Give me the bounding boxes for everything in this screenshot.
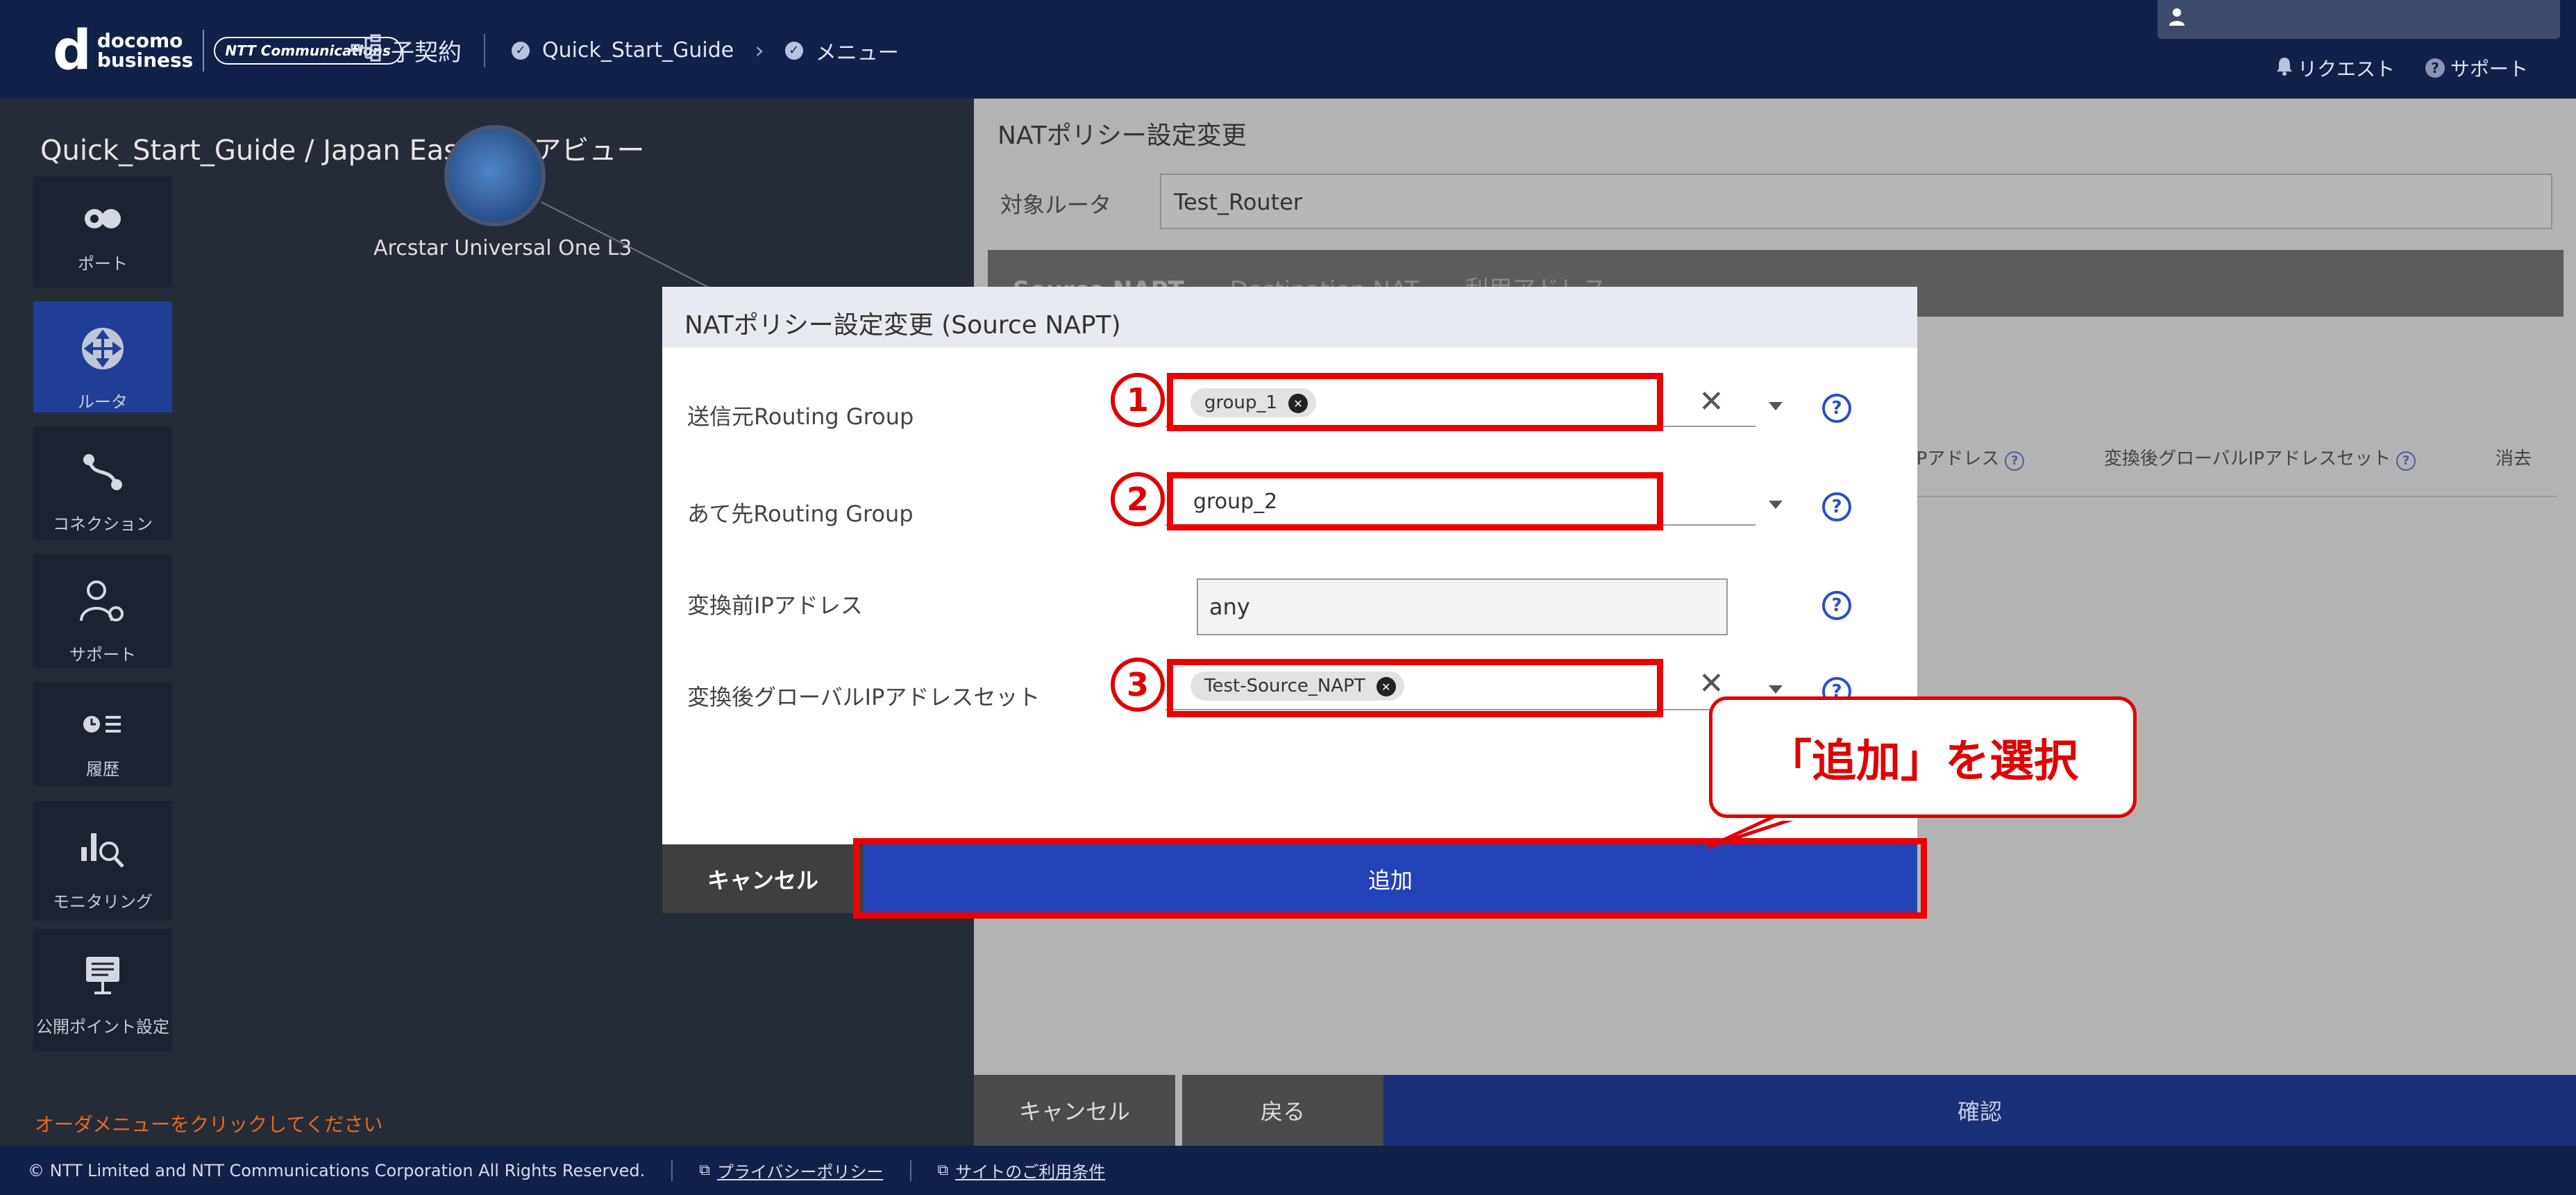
target-router-field: Test_Router bbox=[1160, 174, 2552, 229]
destination-routing-group-label: あて先Routing Group bbox=[687, 501, 914, 527]
docomo-business-logo[interactable]: d docomo business NTT Communications bbox=[53, 19, 402, 82]
breadcrumb: 子契約 ✓ Quick_Start_Guide › ✓ メニュー bbox=[351, 33, 899, 67]
step-number-2: 2 bbox=[1111, 472, 1165, 526]
sidebar-item-label: ポート bbox=[78, 254, 128, 274]
history-icon bbox=[33, 707, 172, 746]
area-view-title: Quick_Start_Guide / Japan East エリアビュー bbox=[40, 135, 645, 167]
logo-d-mark: d bbox=[53, 19, 92, 82]
order-menu-hint: オーダメニューをクリックしてください bbox=[35, 1113, 383, 1136]
column-label: 変換後グローバルIPアドレスセット bbox=[2104, 449, 2391, 469]
contract-tree-icon bbox=[351, 34, 382, 67]
panel-confirm-button[interactable]: 確認 bbox=[1383, 1075, 2576, 1146]
page-footer: © NTT Limited and NTT Communications Cor… bbox=[0, 1146, 2576, 1195]
panel-cancel-button[interactable]: キャンセル bbox=[974, 1075, 1175, 1146]
column-ip-address: IPアドレス? bbox=[1911, 444, 2025, 471]
logo-line1: docomo bbox=[96, 29, 183, 52]
sidebar-item-connection[interactable]: コネクション bbox=[33, 426, 172, 540]
help-icon: ? bbox=[2425, 58, 2445, 78]
highlight-box-global-ip-set bbox=[1167, 659, 1663, 717]
crumb-menu[interactable]: メニュー bbox=[816, 35, 899, 66]
external-link-icon: ⧉ bbox=[937, 1162, 949, 1179]
modal-header: NATポリシー設定変更 (Source NAPT) bbox=[662, 287, 1917, 348]
sidebar-item-support[interactable]: サポート bbox=[33, 554, 172, 668]
help-icon[interactable]: ? bbox=[2005, 451, 2025, 471]
copyright: © NTT Limited and NTT Communications Cor… bbox=[28, 1160, 646, 1180]
terms-link[interactable]: サイトのご利用条件 bbox=[955, 1158, 1105, 1183]
header-links: リクエスト ? サポート bbox=[2275, 54, 2528, 82]
monitoring-icon bbox=[33, 826, 172, 878]
check-icon: ✓ bbox=[784, 41, 803, 60]
help-icon[interactable]: ? bbox=[1822, 394, 1851, 423]
sidebar-item-label: コネクション bbox=[53, 515, 153, 534]
chevron-down-icon[interactable] bbox=[1769, 501, 1783, 509]
target-router-label: 対象ルータ bbox=[1000, 192, 1112, 218]
support-link[interactable]: サポート bbox=[2450, 54, 2528, 82]
sidebar-item-label: モニタリング bbox=[53, 892, 153, 912]
column-delete: 消去 bbox=[2495, 449, 2532, 469]
step-number-3: 3 bbox=[1111, 658, 1165, 712]
external-link-icon: ⧉ bbox=[699, 1162, 710, 1179]
crumb-guide[interactable]: Quick_Start_Guide bbox=[542, 38, 734, 62]
connection-icon bbox=[33, 451, 172, 501]
post-translation-ip-set-label: 変換後グローバルIPアドレスセット bbox=[687, 684, 1041, 710]
request-link[interactable]: リクエスト bbox=[2298, 54, 2395, 82]
sidebar-item-port[interactable]: ポート bbox=[33, 176, 172, 287]
highlight-box-source-group bbox=[1167, 373, 1663, 431]
clear-icon[interactable]: ✕ bbox=[1699, 666, 1724, 701]
sidebar-item-monitoring[interactable]: モニタリング bbox=[33, 801, 172, 921]
step-number-1: 1 bbox=[1111, 373, 1165, 427]
node-label: Arcstar Universal One L3 bbox=[373, 236, 632, 260]
modal-cancel-button[interactable]: キャンセル bbox=[662, 844, 864, 913]
highlight-box-destination-group bbox=[1167, 472, 1663, 530]
clear-icon[interactable]: ✕ bbox=[1699, 384, 1724, 419]
privacy-policy-link[interactable]: プライバシーポリシー bbox=[717, 1158, 884, 1183]
help-icon[interactable]: ? bbox=[2396, 451, 2416, 471]
chevron-down-icon[interactable] bbox=[1769, 685, 1783, 694]
pre-translation-ip-field: any bbox=[1197, 578, 1728, 635]
source-routing-group-label: 送信元Routing Group bbox=[687, 403, 914, 430]
sidebar-item-router[interactable]: ルータ bbox=[33, 301, 172, 412]
port-icon bbox=[33, 201, 172, 240]
callout-pointer bbox=[1706, 813, 1805, 849]
user-icon bbox=[2169, 7, 2185, 31]
sidebar-item-history[interactable]: 履歴 bbox=[33, 682, 172, 786]
modal-title: NATポリシー設定変更 (Source NAPT) bbox=[684, 311, 1121, 340]
top-header: d docomo business NTT Communications 子契約… bbox=[0, 0, 2576, 99]
public-point-icon bbox=[33, 954, 172, 1003]
support-icon bbox=[33, 579, 172, 631]
logo-line2: business bbox=[96, 49, 194, 72]
select-add-callout: 「追加」を選択 bbox=[1709, 696, 2137, 818]
column-label: IPアドレス bbox=[1911, 449, 2000, 469]
sidebar-item-label: ルータ bbox=[78, 392, 128, 412]
sidebar-item-label: 公開ポイント設定 bbox=[36, 1017, 169, 1037]
column-global-ip-set: 変換後グローバルIPアドレスセット? bbox=[2104, 444, 2416, 471]
pre-translation-ip-label: 変換前IPアドレス bbox=[687, 592, 863, 619]
globe-icon[interactable] bbox=[444, 125, 546, 226]
crumb-contract[interactable]: 子契約 bbox=[391, 33, 462, 67]
panel-back-button[interactable]: 戻る bbox=[1182, 1075, 1383, 1146]
user-menu[interactable] bbox=[2157, 0, 2560, 39]
router-icon bbox=[33, 326, 172, 378]
sidebar-item-label: 履歴 bbox=[86, 760, 119, 779]
help-icon[interactable]: ? bbox=[1822, 591, 1851, 620]
sidebar-item-label: サポート bbox=[69, 645, 136, 665]
sidebar-item-public-point[interactable]: 公開ポイント設定 bbox=[33, 929, 172, 1051]
help-icon[interactable]: ? bbox=[1822, 492, 1851, 521]
bell-icon bbox=[2275, 56, 2293, 81]
chevron-right-icon: › bbox=[755, 36, 764, 65]
check-icon: ✓ bbox=[512, 41, 530, 60]
panel-footer: キャンセル 戻る 確認 bbox=[974, 1075, 2576, 1146]
chevron-down-icon[interactable] bbox=[1769, 402, 1783, 410]
panel-title: NATポリシー設定変更 bbox=[997, 122, 1247, 150]
